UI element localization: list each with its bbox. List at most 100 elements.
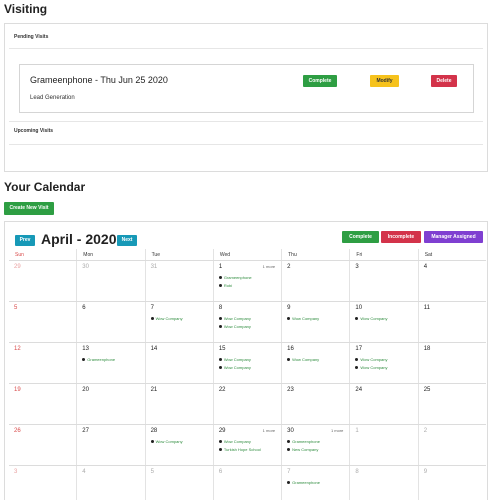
- day-number: 6: [218, 469, 223, 475]
- calendar-day-cell[interactable]: 10 Wow Company: [350, 302, 419, 342]
- day-number: 17: [355, 346, 363, 352]
- calendar-day-cell[interactable]: 4: [77, 466, 146, 500]
- day-number: 27: [82, 428, 89, 434]
- prev-month-button[interactable]: Prev: [15, 235, 35, 246]
- calendar-day-cell[interactable]: 14: [146, 343, 214, 383]
- calendar-event[interactable]: Wow Company: [355, 357, 417, 362]
- calendar-event[interactable]: Turkish Hope School: [218, 447, 281, 452]
- calendar-day-cell[interactable]: 15 Wow Company Wow Company: [214, 343, 283, 383]
- calendar-day-cell[interactable]: 11 more Grameenphone Robi: [214, 261, 283, 301]
- calendar-day-cell[interactable]: 12: [9, 343, 78, 383]
- calendar-event[interactable]: Grameenphone: [287, 480, 349, 485]
- day-number: 12: [14, 346, 21, 352]
- calendar-day-cell[interactable]: 9 Wow Company: [282, 302, 351, 342]
- visit-purpose: Lead Generation: [30, 95, 75, 101]
- calendar-day-cell[interactable]: 16 Wow Company: [282, 343, 351, 383]
- calendar-week: 19 20 21 22 23 24 25: [9, 383, 486, 424]
- calendar-event[interactable]: Wow Company: [218, 357, 281, 362]
- day-number: 4: [423, 264, 428, 270]
- bullet-icon: [355, 366, 359, 370]
- calendar-event[interactable]: Grameenphone: [218, 275, 281, 280]
- calendar-event[interactable]: Wow Company: [287, 316, 349, 321]
- day-number: 25: [423, 387, 431, 393]
- calendar-day-cell[interactable]: 17 Wow Company Wow Company: [350, 343, 419, 383]
- calendar-day-cell[interactable]: 31: [146, 261, 214, 301]
- calendar-event[interactable]: Wow Company: [355, 316, 417, 321]
- calendar-day-cell[interactable]: 1: [350, 425, 419, 465]
- calendar-day-cell[interactable]: 6: [214, 466, 283, 500]
- calendar-day-cell[interactable]: 21: [146, 384, 214, 424]
- day-number: 22: [218, 387, 226, 393]
- calendar-event[interactable]: Wow Company: [218, 316, 281, 321]
- calendar-day-cell[interactable]: 18: [419, 343, 486, 383]
- calendar-event[interactable]: Wow Company: [218, 365, 281, 370]
- day-number: 10: [355, 305, 363, 311]
- event-label: Wow Company: [223, 324, 251, 329]
- day-number: 4: [82, 469, 86, 475]
- dow-wed: Wed: [214, 249, 283, 260]
- more-events-link[interactable]: 1 more: [263, 428, 275, 433]
- calendar-day-cell[interactable]: 24: [350, 384, 419, 424]
- calendar-event[interactable]: Wow Company: [150, 316, 213, 321]
- calendar-day-cell[interactable]: 8: [350, 466, 419, 500]
- calendar-day-cell[interactable]: 25: [419, 384, 486, 424]
- legend-manager-assigned[interactable]: Manager Assigned: [424, 231, 483, 243]
- calendar-card: Prev April - 2020 Next Complete Incomple…: [4, 221, 488, 500]
- modify-visit-button[interactable]: Modify: [370, 75, 399, 87]
- calendar-event[interactable]: Grameenphone: [82, 357, 144, 362]
- calendar-day-cell[interactable]: 28 Wow Company: [146, 425, 214, 465]
- legend-incomplete[interactable]: Incomplete: [381, 231, 421, 243]
- more-events-link[interactable]: 1 more: [331, 428, 343, 433]
- complete-visit-button[interactable]: Complete: [303, 75, 337, 87]
- day-number: 19: [14, 387, 21, 393]
- calendar-day-cell[interactable]: 30: [77, 261, 146, 301]
- more-events-link[interactable]: 1 more: [263, 264, 275, 269]
- calendar-day-cell[interactable]: 5: [146, 466, 214, 500]
- calendar-event[interactable]: Robi: [218, 283, 281, 288]
- calendar-day-cell[interactable]: 4: [419, 261, 486, 301]
- day-number: 7: [150, 305, 154, 311]
- visits-card: Pending Visits Grameenphone - Thu Jun 25…: [4, 23, 488, 172]
- calendar-event[interactable]: Wow Company: [287, 357, 349, 362]
- calendar-day-cell[interactable]: 29: [9, 261, 78, 301]
- calendar-day-cell[interactable]: 30 1 more Grameenphone New Company: [282, 425, 351, 465]
- calendar-day-cell[interactable]: 3: [350, 261, 419, 301]
- calendar-event[interactable]: Wow Company: [218, 439, 281, 444]
- calendar-day-cell[interactable]: 27: [77, 425, 146, 465]
- calendar-day-cell[interactable]: 23: [282, 384, 351, 424]
- calendar-day-cell[interactable]: 13 Grameenphone: [77, 343, 146, 383]
- calendar-day-cell[interactable]: 9: [419, 466, 486, 500]
- calendar-day-cell[interactable]: 22: [214, 384, 283, 424]
- event-label: Wow Company: [360, 357, 388, 362]
- bullet-icon: [218, 276, 222, 280]
- calendar-event[interactable]: Wow Company: [150, 439, 213, 444]
- bullet-icon: [218, 358, 222, 362]
- calendar-day-cell[interactable]: 7 Grameenphone: [282, 466, 351, 500]
- calendar-event[interactable]: Grameenphone: [287, 439, 349, 444]
- calendar-event[interactable]: New Company: [287, 447, 349, 452]
- calendar-day-cell[interactable]: 7 Wow Company: [146, 302, 214, 342]
- calendar-day-cell[interactable]: 2: [282, 261, 351, 301]
- upcoming-visits-label: Upcoming Visits: [14, 128, 54, 134]
- calendar-event[interactable]: Wow Company: [355, 365, 417, 370]
- calendar-day-cell[interactable]: 20: [77, 384, 146, 424]
- calendar-heading: Your Calendar: [4, 180, 86, 194]
- calendar-day-cell[interactable]: 8 Wow Company Wow Company: [214, 302, 283, 342]
- delete-visit-button[interactable]: Delete: [431, 75, 457, 87]
- calendar-day-cell[interactable]: 29 1 more Wow Company Turkish Hope School: [214, 425, 283, 465]
- calendar-day-cell[interactable]: 19: [9, 384, 78, 424]
- event-label: Wow Company: [223, 365, 251, 370]
- calendar-day-cell[interactable]: 5: [9, 302, 78, 342]
- calendar-day-cell[interactable]: 26: [9, 425, 78, 465]
- calendar-day-cell[interactable]: 11: [419, 302, 486, 342]
- legend-complete[interactable]: Complete: [342, 231, 379, 243]
- day-number: 31: [150, 264, 158, 270]
- calendar-event[interactable]: Wow Company: [218, 324, 281, 329]
- create-new-visit-button[interactable]: Create New Visit: [4, 202, 54, 215]
- next-month-button[interactable]: Next: [117, 235, 137, 246]
- calendar-day-cell[interactable]: 2: [419, 425, 486, 465]
- event-label: Wow Company: [223, 439, 251, 444]
- calendar-day-cell[interactable]: 6: [77, 302, 146, 342]
- calendar-day-cell[interactable]: 3: [9, 466, 78, 500]
- day-number: 3: [355, 264, 359, 270]
